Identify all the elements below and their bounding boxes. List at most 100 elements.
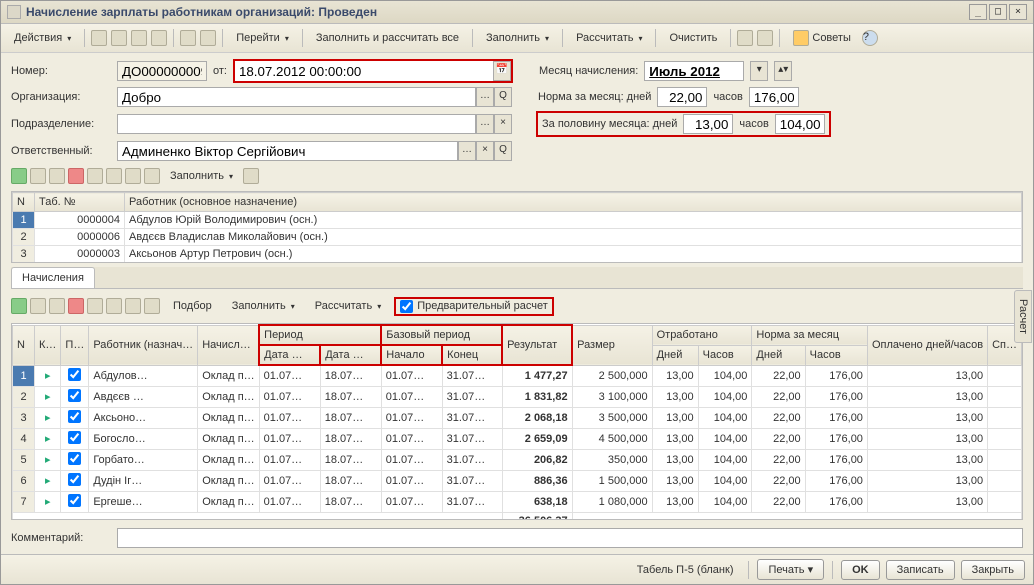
dept-clear[interactable]: × (494, 114, 512, 134)
dept-select[interactable]: … (476, 114, 494, 134)
titlebar: Начисление зарплаты работникам организац… (1, 1, 1033, 24)
calendar-icon[interactable]: 📅 (493, 61, 511, 81)
up-icon[interactable] (87, 298, 103, 314)
resp-label: Ответственный: (11, 145, 111, 157)
edit-icon[interactable] (49, 298, 65, 314)
calc-lower[interactable]: Рассчитать▾ (308, 297, 388, 315)
table-row[interactable]: 5 ▸ Горбато…Оклад п… 01.07…18.07…01.07…3… (13, 449, 1022, 470)
accruals-table: N К… П… Работник (назнач… Начисл… Период… (12, 324, 1022, 520)
norm-hours-field[interactable] (749, 87, 799, 107)
maximize-button[interactable]: □ (989, 4, 1007, 20)
workers-table: N Таб. № Работник (основное назначение) … (12, 192, 1022, 263)
org-select[interactable]: … (476, 87, 494, 107)
tool-icon[interactable] (131, 30, 147, 46)
org-open[interactable]: Q (494, 87, 512, 107)
down-icon[interactable] (106, 298, 122, 314)
tool-icon[interactable] (180, 30, 196, 46)
org-label: Организация: (11, 91, 111, 103)
delete-icon[interactable] (68, 298, 84, 314)
hours-label: часов (713, 91, 742, 103)
save-button[interactable]: Записать (886, 560, 955, 580)
tool-icon[interactable] (757, 30, 773, 46)
resp-field[interactable] (117, 141, 458, 161)
prelim-label: Предварительный расчет (417, 300, 548, 312)
side-tab-calc[interactable]: Расчет (1014, 290, 1032, 343)
table-row[interactable]: 20000006Авдєєв Владислав Миколайович (ос… (13, 229, 1022, 246)
actions-menu[interactable]: Действия▾ (7, 29, 78, 47)
dept-field[interactable] (117, 114, 476, 134)
doc-icon (7, 5, 21, 19)
copy-icon[interactable] (30, 298, 46, 314)
half-label: За половину месяца: дней (542, 118, 677, 130)
table-row[interactable]: 7 ▸ Ергеше…Оклад п… 01.07…18.07…01.07…31… (13, 491, 1022, 512)
upper-toolbar: Заполнить▾ (11, 165, 1023, 187)
fill-lower[interactable]: Заполнить▾ (225, 297, 302, 315)
norm-label: Норма за месяц: дней (538, 91, 651, 103)
close-button[interactable]: × (1009, 4, 1027, 20)
org-field[interactable] (117, 87, 476, 107)
tool-icon[interactable] (200, 30, 216, 46)
goto-button[interactable]: Перейти▾ (229, 29, 296, 47)
main-toolbar: Действия▾ Перейти▾ Заполнить и рассчитат… (1, 24, 1033, 53)
copy-icon[interactable] (30, 168, 46, 184)
tool-icon[interactable] (737, 30, 753, 46)
tabel-button[interactable]: Табель П-5 (бланк) (630, 561, 741, 579)
tool-icon[interactable] (91, 30, 107, 46)
tab-accruals[interactable]: Начисления (11, 267, 95, 288)
resp-open[interactable]: Q (494, 141, 512, 161)
footer-bar: Табель П-5 (бланк) Печать ▾ OK Записать … (1, 554, 1033, 584)
up-icon[interactable] (87, 168, 103, 184)
pick-button[interactable]: Подбор (166, 297, 219, 315)
half-hours-field[interactable] (775, 114, 825, 134)
advice-button[interactable]: Советы (786, 27, 857, 49)
help-icon[interactable]: ? (862, 30, 878, 46)
print-button[interactable]: Печать ▾ (757, 559, 824, 580)
close-bottom-button[interactable]: Закрыть (961, 560, 1025, 580)
add-icon[interactable] (11, 298, 27, 314)
add-icon[interactable] (11, 168, 27, 184)
fill-upper[interactable]: Заполнить▾ (163, 167, 240, 185)
from-label: от: (213, 65, 227, 77)
tool-icon[interactable] (111, 30, 127, 46)
month-field[interactable] (644, 61, 744, 81)
clear-button[interactable]: Очистить (662, 29, 724, 47)
sort-desc-icon[interactable] (144, 298, 160, 314)
down-icon[interactable] (106, 168, 122, 184)
col-n[interactable]: N (13, 193, 35, 212)
tool-icon[interactable] (151, 30, 167, 46)
month-label: Месяц начисления: (539, 65, 638, 77)
month-stepper[interactable]: ▴▾ (774, 61, 792, 81)
fill-calc-all-button[interactable]: Заполнить и рассчитать все (309, 29, 466, 47)
table-row[interactable]: 2 ▸ Авдєєв …Оклад п… 01.07…18.07…01.07…3… (13, 386, 1022, 407)
delete-icon[interactable] (68, 168, 84, 184)
table-row[interactable]: 4 ▸ Богосло…Оклад п… 01.07…18.07…01.07…3… (13, 428, 1022, 449)
total-result: 36 506,37 (502, 512, 572, 520)
fill-button[interactable]: Заполнить▾ (479, 29, 556, 47)
norm-days-field[interactable] (657, 87, 707, 107)
table-row[interactable]: 1 ▸ Абдулов…Оклад п… 01.07…18.07…01.07…3… (13, 365, 1022, 386)
table-row[interactable]: 6 ▸ Дудін Іг…Оклад п… 01.07…18.07…01.07…… (13, 470, 1022, 491)
comment-label: Комментарий: (11, 532, 111, 544)
month-dropdown[interactable]: ▾ (750, 61, 768, 81)
table-row[interactable]: 30000003Аксьонов Артур Петрович (осн.) (13, 246, 1022, 263)
sort-asc-icon[interactable] (125, 168, 141, 184)
comment-field[interactable] (117, 528, 1023, 548)
lower-toolbar (11, 296, 160, 316)
ok-button[interactable]: OK (841, 560, 880, 580)
edit-icon[interactable] (49, 168, 65, 184)
col-tab[interactable]: Таб. № (35, 193, 125, 212)
sort-desc-icon[interactable] (144, 168, 160, 184)
prelim-checkbox[interactable] (400, 300, 413, 313)
settings-icon[interactable] (243, 168, 259, 184)
table-row[interactable]: 3 ▸ Аксьоно…Оклад п… 01.07…18.07…01.07…3… (13, 407, 1022, 428)
resp-clear[interactable]: × (476, 141, 494, 161)
table-row[interactable]: 10000004Абдулов Юрій Володимирович (осн.… (13, 212, 1022, 229)
dept-label: Подразделение: (11, 118, 111, 130)
calc-button[interactable]: Рассчитать▾ (569, 29, 649, 47)
resp-select[interactable]: … (458, 141, 476, 161)
date-field[interactable] (235, 61, 493, 81)
col-worker[interactable]: Работник (основное назначение) (125, 193, 1022, 212)
half-days-field[interactable] (683, 114, 733, 134)
minimize-button[interactable]: _ (969, 4, 987, 20)
sort-asc-icon[interactable] (125, 298, 141, 314)
